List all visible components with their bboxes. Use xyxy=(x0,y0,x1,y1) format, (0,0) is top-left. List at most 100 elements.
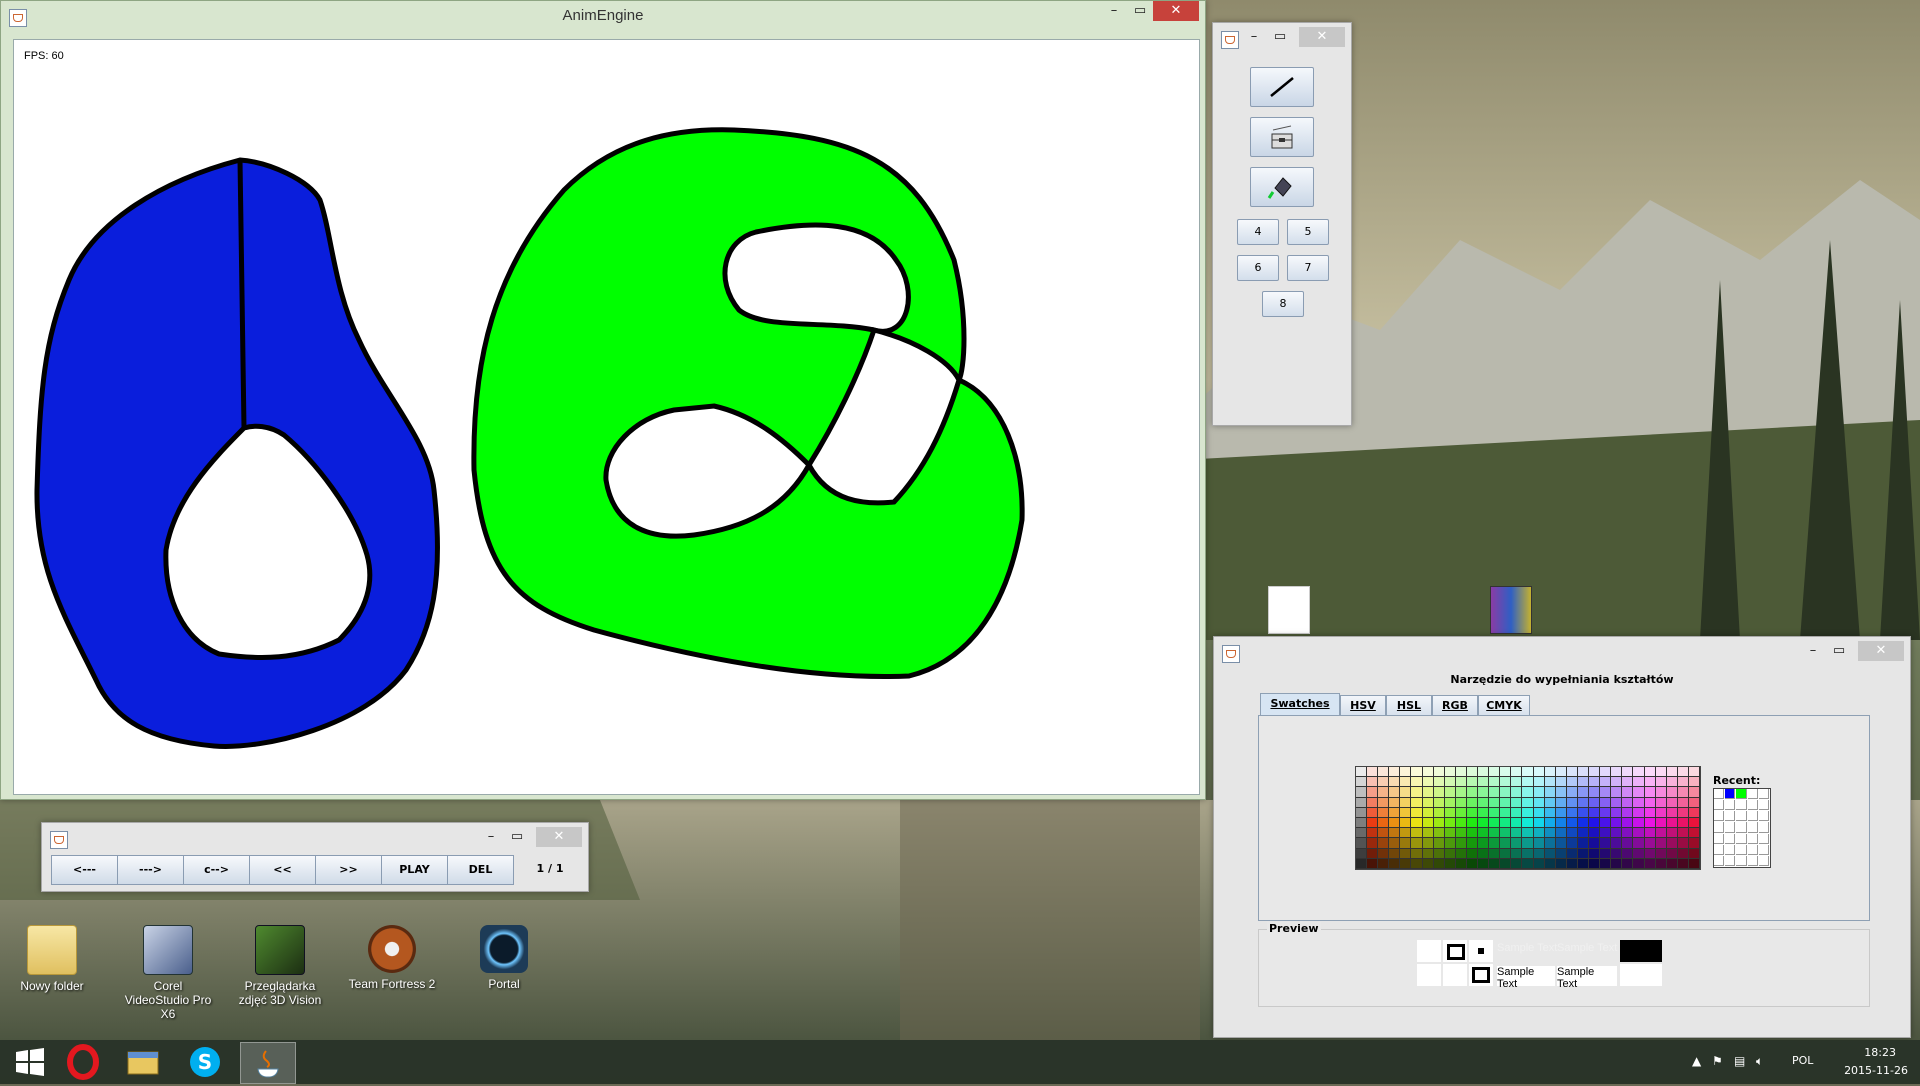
minimize-button[interactable]: – xyxy=(1101,1,1127,21)
next-frame-button[interactable]: ---> xyxy=(117,855,184,885)
recent-color-cell[interactable] xyxy=(1714,844,1725,855)
swatch-cell[interactable] xyxy=(1589,807,1600,817)
close-button[interactable]: ✕ xyxy=(1299,27,1345,47)
recent-color-cell[interactable] xyxy=(1747,789,1758,800)
tab-hsl[interactable]: HSL xyxy=(1386,695,1432,716)
swatch-cell[interactable] xyxy=(1666,787,1677,797)
swatch-cell[interactable] xyxy=(1522,797,1533,807)
swatch-cell[interactable] xyxy=(1555,818,1566,828)
swatch-cell[interactable] xyxy=(1655,787,1666,797)
swatch-cell[interactable] xyxy=(1500,787,1511,797)
swatch-cell[interactable] xyxy=(1611,767,1622,777)
recent-color-cell[interactable] xyxy=(1758,822,1769,833)
title-bar[interactable]: – ▭ ✕ xyxy=(42,823,588,853)
start-button[interactable] xyxy=(2,1042,56,1082)
swatch-cell[interactable] xyxy=(1522,828,1533,838)
swatch-cell[interactable] xyxy=(1511,828,1522,838)
recent-color-cell[interactable] xyxy=(1725,800,1736,811)
swatch-cell[interactable] xyxy=(1633,787,1644,797)
swatch-cell[interactable] xyxy=(1611,828,1622,838)
minimize-button[interactable]: – xyxy=(1241,27,1267,47)
swatch-cell[interactable] xyxy=(1622,828,1633,838)
swatch-cell[interactable] xyxy=(1544,777,1555,787)
recent-color-cell[interactable] xyxy=(1747,855,1758,866)
swatch-cell[interactable] xyxy=(1600,807,1611,817)
swatch-cell[interactable] xyxy=(1589,797,1600,807)
swatch-cell[interactable] xyxy=(1422,838,1433,848)
toolbox-tool-button[interactable] xyxy=(1250,117,1314,157)
swatch-cell[interactable] xyxy=(1633,767,1644,777)
swatch-cell[interactable] xyxy=(1367,777,1378,787)
swatch-cell[interactable] xyxy=(1356,807,1367,817)
swatch-cell[interactable] xyxy=(1511,767,1522,777)
swatch-cell[interactable] xyxy=(1577,787,1589,797)
swatch-cell[interactable] xyxy=(1566,838,1577,848)
swatch-cell[interactable] xyxy=(1666,818,1677,828)
swatch-cell[interactable] xyxy=(1389,858,1400,868)
swatch-cell[interactable] xyxy=(1378,848,1389,858)
swatch-cell[interactable] xyxy=(1378,858,1389,868)
tab-cmyk[interactable]: CMYK xyxy=(1478,695,1530,716)
swatch-cell[interactable] xyxy=(1666,777,1677,787)
swatch-cell[interactable] xyxy=(1466,797,1478,807)
swatch-cell[interactable] xyxy=(1577,807,1589,817)
swatch-cell[interactable] xyxy=(1389,848,1400,858)
swatch-cell[interactable] xyxy=(1389,807,1400,817)
swatch-cell[interactable] xyxy=(1511,818,1522,828)
recent-color-cell[interactable] xyxy=(1725,789,1736,800)
swatch-cell[interactable] xyxy=(1489,787,1500,797)
swatch-cell[interactable] xyxy=(1589,828,1600,838)
swatch-cell[interactable] xyxy=(1544,838,1555,848)
swatch-cell[interactable] xyxy=(1444,787,1455,797)
swatch-cell[interactable] xyxy=(1666,848,1677,858)
swatch-cell[interactable] xyxy=(1566,828,1577,838)
swatch-cell[interactable] xyxy=(1455,818,1466,828)
swatch-cell[interactable] xyxy=(1411,797,1422,807)
swatch-cell[interactable] xyxy=(1533,797,1544,807)
swatch-cell[interactable] xyxy=(1544,807,1555,817)
swatch-cell[interactable] xyxy=(1611,777,1622,787)
line-tool-button[interactable] xyxy=(1250,67,1314,107)
swatch-cell[interactable] xyxy=(1422,787,1433,797)
swatch-cell[interactable] xyxy=(1555,848,1566,858)
swatch-cell[interactable] xyxy=(1367,797,1378,807)
swatch-cell[interactable] xyxy=(1367,828,1378,838)
swatch-cell[interactable] xyxy=(1633,818,1644,828)
language-indicator[interactable]: POL xyxy=(1792,1054,1813,1067)
swatch-cell[interactable] xyxy=(1400,797,1411,807)
drawing-canvas[interactable]: FPS: 60 xyxy=(13,39,1200,795)
swatch-cell[interactable] xyxy=(1600,848,1611,858)
swatch-cell[interactable] xyxy=(1389,838,1400,848)
swatch-cell[interactable] xyxy=(1688,858,1699,868)
recent-color-cell[interactable] xyxy=(1725,822,1736,833)
swatch-cell[interactable] xyxy=(1644,797,1655,807)
swatch-cell[interactable] xyxy=(1555,777,1566,787)
tab-rgb[interactable]: RGB xyxy=(1432,695,1478,716)
swatch-cell[interactable] xyxy=(1478,777,1489,787)
swatch-cell[interactable] xyxy=(1677,767,1688,777)
swatch-cell[interactable] xyxy=(1655,848,1666,858)
swatch-cell[interactable] xyxy=(1600,858,1611,868)
swatch-cell[interactable] xyxy=(1356,838,1367,848)
swatch-cell[interactable] xyxy=(1544,828,1555,838)
swatch-cell[interactable] xyxy=(1655,767,1666,777)
swatch-cell[interactable] xyxy=(1400,787,1411,797)
maximize-button[interactable]: ▭ xyxy=(1127,1,1153,21)
swatch-cell[interactable] xyxy=(1478,848,1489,858)
swatch-cell[interactable] xyxy=(1455,848,1466,858)
swatch-cell[interactable] xyxy=(1555,787,1566,797)
swatch-cell[interactable] xyxy=(1466,767,1478,777)
swatch-cell[interactable] xyxy=(1389,828,1400,838)
swatch-cell[interactable] xyxy=(1644,767,1655,777)
swatch-cell[interactable] xyxy=(1544,858,1555,868)
swatch-cell[interactable] xyxy=(1633,807,1644,817)
swatch-cell[interactable] xyxy=(1511,848,1522,858)
swatch-cell[interactable] xyxy=(1589,818,1600,828)
swatch-cell[interactable] xyxy=(1544,818,1555,828)
swatch-cell[interactable] xyxy=(1478,818,1489,828)
swatch-cell[interactable] xyxy=(1611,848,1622,858)
swatch-cell[interactable] xyxy=(1489,767,1500,777)
swatch-cell[interactable] xyxy=(1622,818,1633,828)
swatch-cell[interactable] xyxy=(1433,777,1444,787)
swatch-cell[interactable] xyxy=(1688,807,1699,817)
